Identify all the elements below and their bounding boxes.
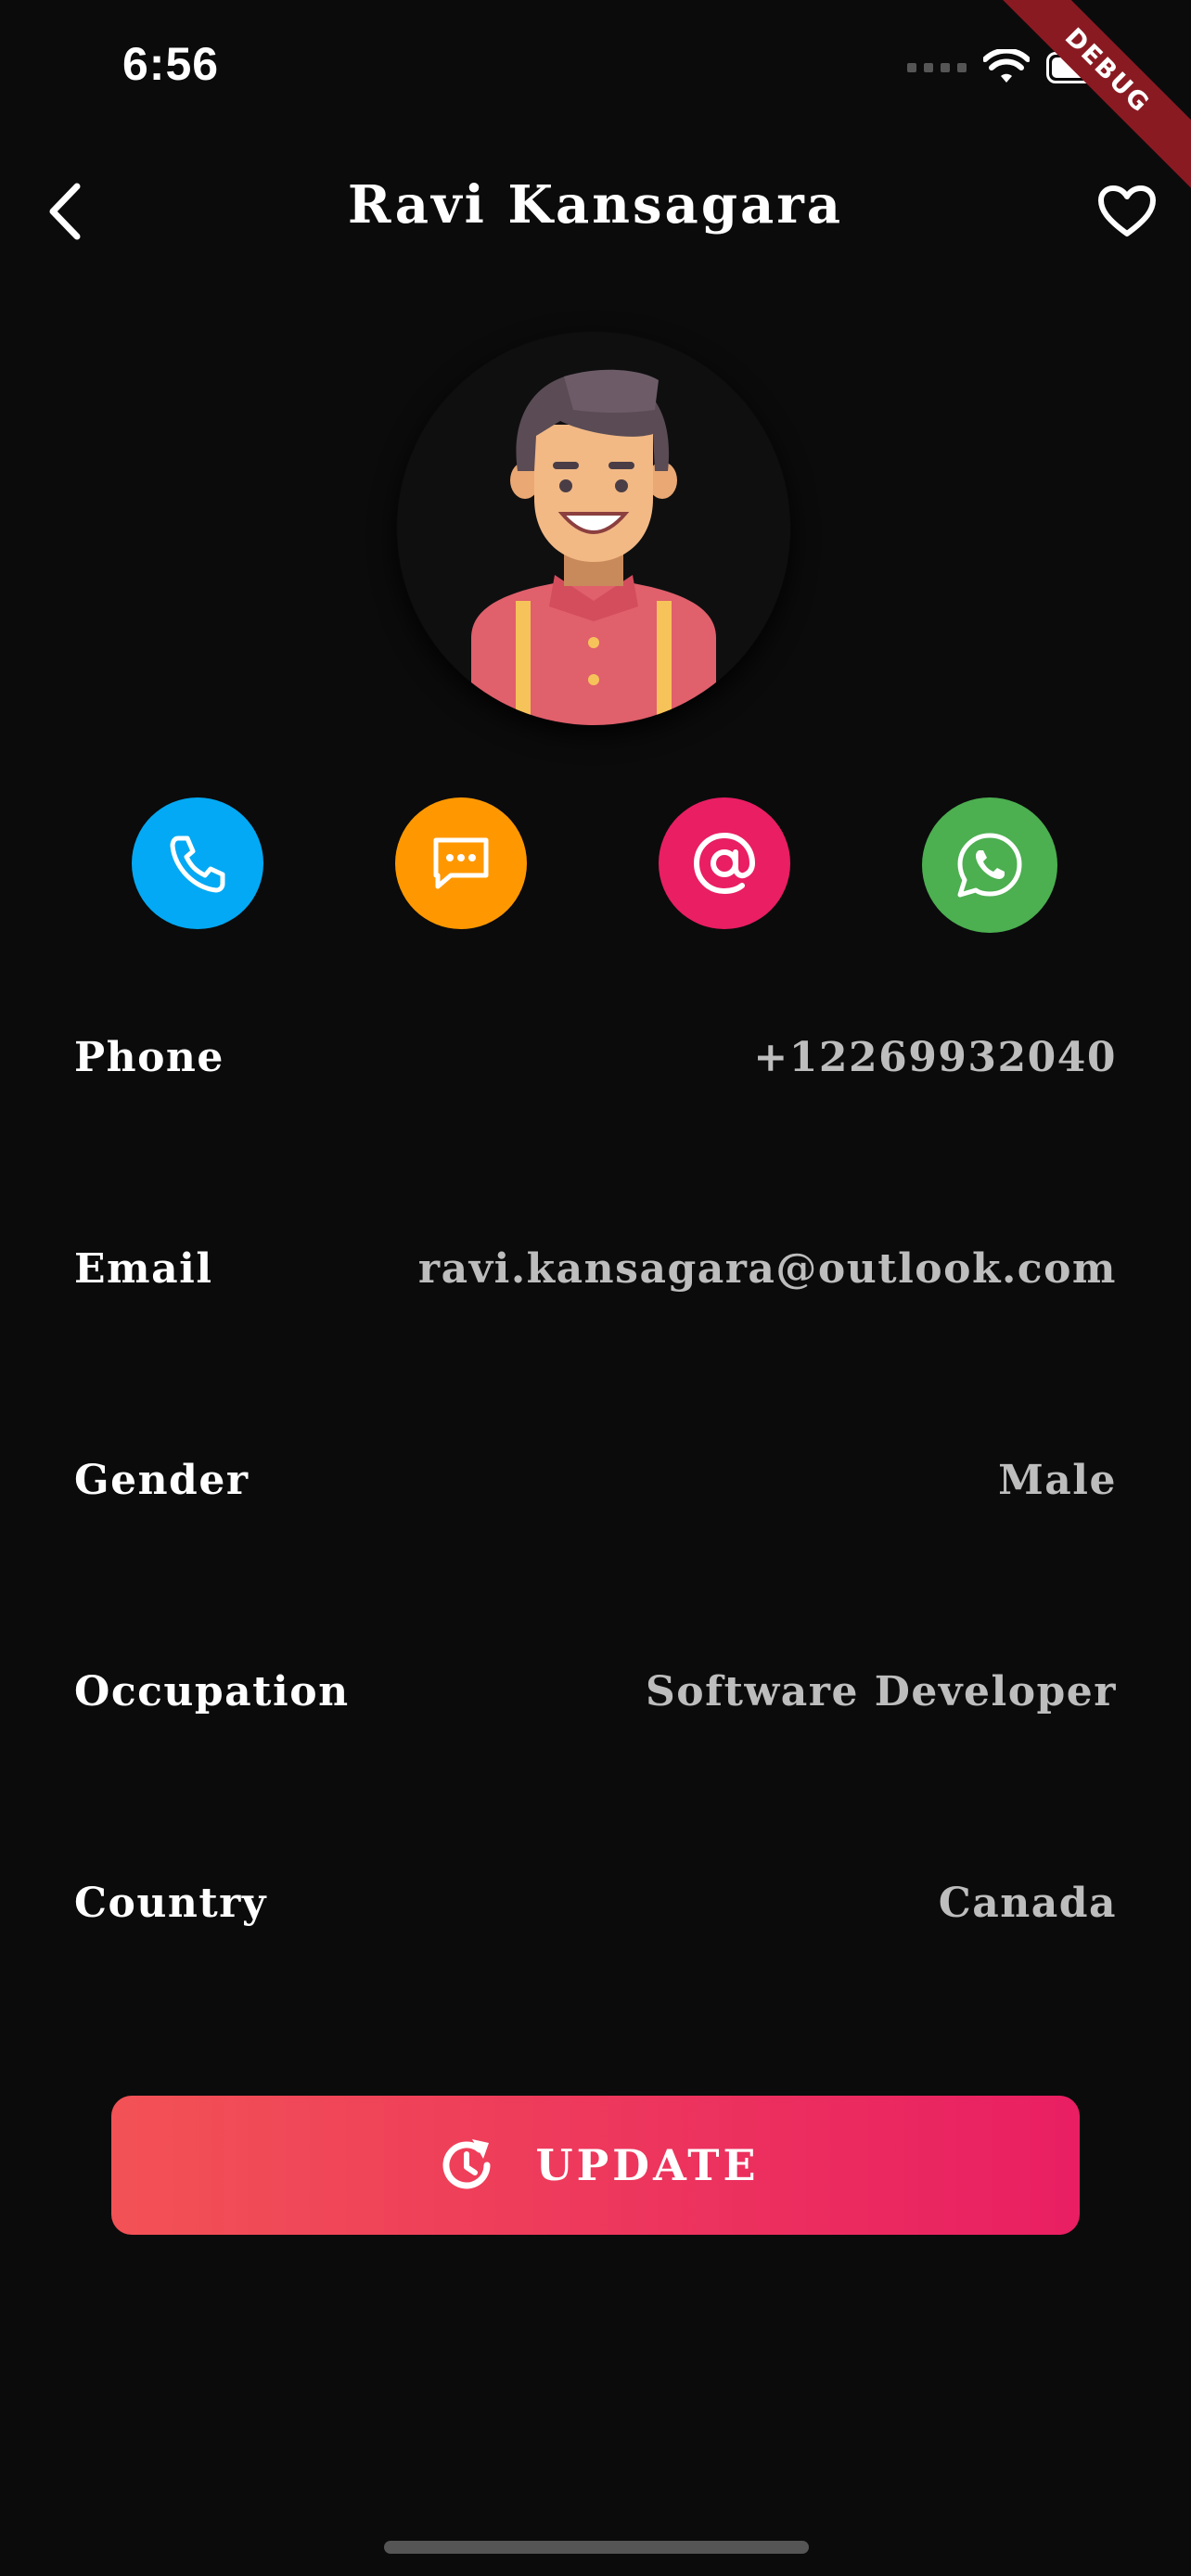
avatar — [397, 332, 790, 725]
info-value: Male — [998, 1456, 1117, 1504]
wifi-icon — [983, 49, 1030, 83]
info-value: Canada — [938, 1879, 1117, 1927]
info-value: Software Developer — [646, 1667, 1117, 1715]
info-row-occupation: Occupation Software Developer — [74, 1654, 1117, 1728]
whatsapp-icon — [957, 833, 1022, 898]
email-button[interactable] — [659, 797, 790, 929]
app-bar: Ravi Kansagara — [0, 158, 1191, 260]
info-row-phone: Phone +12269932040 — [74, 1020, 1117, 1094]
whatsapp-button[interactable] — [922, 797, 1057, 933]
at-sign-icon — [693, 832, 756, 895]
info-row-country: Country Canada — [74, 1866, 1117, 1940]
info-value: ravi.kansagara@outlook.com — [417, 1244, 1117, 1293]
info-label: Email — [74, 1244, 213, 1293]
info-row-gender: Gender Male — [74, 1443, 1117, 1517]
page-title: Ravi Kansagara — [347, 174, 844, 236]
info-label: Phone — [74, 1033, 224, 1081]
status-bar: 6:56 DEBUG — [0, 0, 1191, 193]
info-label: Gender — [74, 1456, 250, 1504]
phone-icon — [170, 835, 225, 893]
home-indicator — [384, 2541, 809, 2554]
update-icon — [442, 2139, 491, 2189]
update-button[interactable]: UPDATE — [111, 2096, 1080, 2235]
status-time: 6:56 — [122, 38, 220, 90]
message-icon — [433, 837, 489, 889]
heart-outline-icon — [1098, 185, 1156, 236]
call-button[interactable] — [132, 797, 263, 929]
favorite-button[interactable] — [1085, 174, 1169, 249]
update-button-label: UPDATE — [535, 2140, 760, 2190]
cellular-signal-icon — [907, 63, 967, 72]
message-button[interactable] — [395, 797, 527, 929]
info-label: Country — [74, 1879, 267, 1927]
info-value: +12269932040 — [753, 1033, 1117, 1081]
avatar-illustration — [471, 369, 716, 725]
info-label: Occupation — [74, 1667, 350, 1715]
contact-actions — [0, 797, 1191, 933]
info-row-email: Email ravi.kansagara@outlook.com — [74, 1231, 1117, 1306]
